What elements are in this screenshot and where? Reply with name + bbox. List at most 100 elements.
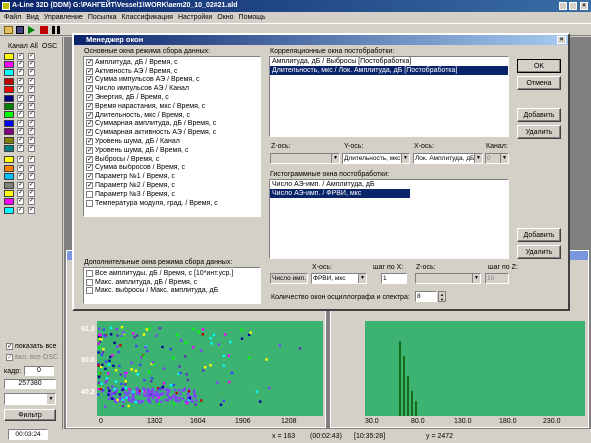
channel-all-checkbox[interactable]: ✓ (17, 164, 24, 172)
channel-osc-checkbox[interactable]: ✓ (28, 69, 35, 77)
channel-osc-checkbox[interactable]: ✓ (28, 61, 35, 69)
channel-all-checkbox[interactable]: ✓ (17, 52, 24, 60)
channel-all-checkbox[interactable]: ✓ (17, 181, 24, 189)
dialog-close-icon[interactable]: × (557, 36, 566, 44)
main-window-item[interactable]: ✓ Амплитуда, дБ / Время, с (86, 58, 258, 67)
remove-corr-button[interactable]: Удалить (517, 125, 561, 139)
checkbox[interactable]: ✓ (86, 111, 93, 119)
channel-row[interactable]: ✓ ✓ (4, 189, 55, 198)
channel-all-checkbox[interactable]: ✓ (17, 136, 24, 144)
checkbox[interactable]: ✓ (86, 155, 93, 163)
hist-step-x-field[interactable]: 1 (381, 273, 407, 284)
filter-button[interactable]: Фильтр (4, 409, 56, 421)
channel-row[interactable]: ✓ ✓ (4, 69, 55, 77)
checkbox[interactable] (86, 199, 93, 207)
z-axis-select[interactable]: ▼ (270, 153, 340, 164)
channel-all-checkbox[interactable]: ✓ (17, 61, 24, 69)
channel-row[interactable]: ✓ ✓ (4, 164, 55, 172)
maximize-button[interactable] (569, 2, 577, 10)
hist-z-axis-select[interactable]: ▼ (415, 273, 481, 284)
main-window-item[interactable]: Параметр №3 / Время, с (86, 190, 258, 199)
checkbox[interactable]: ✓ (86, 58, 93, 66)
menu-file[interactable]: Файл (4, 12, 21, 23)
x-axis-select[interactable]: Лок. Амплитуда, дБ ▼ (413, 153, 483, 164)
main-window-item[interactable]: ✓ Уровень шума, дБ / Канал (86, 137, 258, 146)
channel-all-checkbox[interactable]: ✓ (17, 190, 24, 198)
checkbox[interactable]: ✓ (86, 138, 93, 146)
main-window-item[interactable]: ✓ Уровень шума, дБ / Время, с (86, 146, 258, 155)
stop-icon[interactable] (40, 26, 48, 34)
menu-control[interactable]: Управление (44, 12, 83, 23)
menu-view[interactable]: Вид (26, 12, 39, 23)
filter-combo[interactable]: ▼ (4, 393, 56, 405)
channel-row[interactable]: ✓ ✓ (4, 156, 55, 164)
main-window-item[interactable]: ✓ Активность АЭ / Время, с (86, 67, 258, 76)
list-item[interactable]: Амплитуда, дБ / Выбросы [Постобработка] (270, 57, 508, 66)
channel-row[interactable]: ✓ ✓ (4, 206, 55, 214)
channel-osc-checkbox[interactable]: ✓ (28, 173, 35, 181)
channel-osc-checkbox[interactable]: ✓ (28, 119, 35, 127)
channel-all-checkbox[interactable]: ✓ (17, 69, 24, 77)
channel-all-checkbox[interactable]: ✓ (17, 145, 24, 153)
channel-all-checkbox[interactable]: ✓ (17, 77, 24, 85)
checkbox[interactable]: ✓ (86, 67, 93, 75)
channel-row[interactable]: ✓ ✓ (4, 136, 55, 144)
main-window-item[interactable]: ✓ Сумма выбросов / Время, с (86, 164, 258, 173)
channel-row[interactable]: ✓ ✓ (4, 119, 55, 127)
checkbox[interactable]: ✓ (86, 85, 93, 93)
main-window-item[interactable]: ✓ Выбросы / Время, с (86, 155, 258, 164)
open-icon[interactable] (4, 26, 13, 34)
menu-settings[interactable]: Настройки (178, 12, 212, 23)
main-window-item[interactable]: ✓ Параметр №2 / Время, с (86, 181, 258, 190)
frame-field[interactable]: 0 (24, 366, 54, 376)
channel-row[interactable]: ✓ ✓ (4, 198, 55, 206)
checkbox[interactable]: ✓ (86, 164, 93, 172)
checkbox[interactable]: ✓ (86, 94, 93, 102)
checkbox[interactable]: ✓ (86, 120, 93, 128)
channel-all-checkbox[interactable]: ✓ (17, 128, 24, 136)
menu-classification[interactable]: Классификация (121, 12, 172, 23)
close-button[interactable]: × (580, 2, 588, 10)
channel-osc-checkbox[interactable]: ✓ (28, 128, 35, 136)
channel-osc-checkbox[interactable]: ✓ (28, 181, 35, 189)
y-axis-select[interactable]: Длительность, мкс ▼ (342, 153, 410, 164)
checkbox[interactable] (86, 278, 93, 286)
list-item[interactable]: Длительность, мкс / Лок. Амплитуда, дБ [… (270, 65, 508, 75)
checkbox[interactable]: ✓ (86, 173, 93, 181)
channel-osc-checkbox[interactable]: ✓ (28, 206, 35, 214)
list-item[interactable]: Число АЭ-имп. / ФРВИ, мкс (270, 188, 410, 198)
channel-osc-checkbox[interactable]: ✓ (28, 190, 35, 198)
checkbox[interactable]: ✓ (86, 146, 93, 154)
channel-osc-checkbox[interactable]: ✓ (28, 94, 35, 102)
channel-row[interactable]: ✓ ✓ (4, 128, 55, 136)
channel-row[interactable]: ✓ ✓ (4, 77, 55, 85)
channel-all-checkbox[interactable]: ✓ (17, 103, 24, 111)
main-window-item[interactable]: ✓ Длительность, мкс / Время, с (86, 111, 258, 120)
channel-all-checkbox[interactable]: ✓ (17, 119, 24, 127)
osc-count-field[interactable]: 8 (415, 291, 437, 302)
checkbox[interactable] (86, 287, 93, 295)
cancel-button[interactable]: Отмена (517, 76, 561, 90)
extra-window-item[interactable]: Макс. выбросы / Макс. амплитуда, дБ (86, 287, 258, 296)
extra-window-item[interactable]: Макс. амплитуда, дБ / Время, с (86, 278, 258, 287)
channel-row[interactable]: ✓ ✓ (4, 94, 55, 102)
channel-row[interactable]: ✓ ✓ (4, 60, 55, 69)
channel-osc-checkbox[interactable]: ✓ (28, 86, 35, 94)
hist-step-z-field[interactable]: 10 (485, 273, 509, 284)
include-osc-checkbox[interactable]: ✓ вкл. все OSC (6, 354, 58, 361)
channel-all-checkbox[interactable]: ✓ (17, 86, 24, 94)
hist-y-axis-field[interactable]: Число имп. (270, 273, 308, 284)
channel-osc-checkbox[interactable]: ✓ (28, 77, 35, 85)
checkbox[interactable] (86, 269, 93, 277)
channel-all-checkbox[interactable]: ✓ (17, 198, 24, 206)
list-item[interactable]: Число АЭ-имп. / Амплитуда, дБ (270, 180, 508, 189)
channel-row[interactable]: ✓ ✓ (4, 181, 55, 189)
channel-osc-checkbox[interactable]: ✓ (28, 156, 35, 164)
menu-window[interactable]: Окно (217, 12, 233, 23)
main-window-item[interactable]: ✓ Параметр №1 / Время, с (86, 172, 258, 181)
minimize-button[interactable] (559, 2, 567, 10)
main-window-item[interactable]: ✓ Сумма импульсов АЭ / Время, с (86, 76, 258, 85)
channel-row[interactable]: ✓ ✓ (4, 144, 55, 153)
checkbox[interactable]: ✓ (86, 102, 93, 110)
main-window-item[interactable]: ✓ Энергия, дБ / Время, с (86, 93, 258, 102)
